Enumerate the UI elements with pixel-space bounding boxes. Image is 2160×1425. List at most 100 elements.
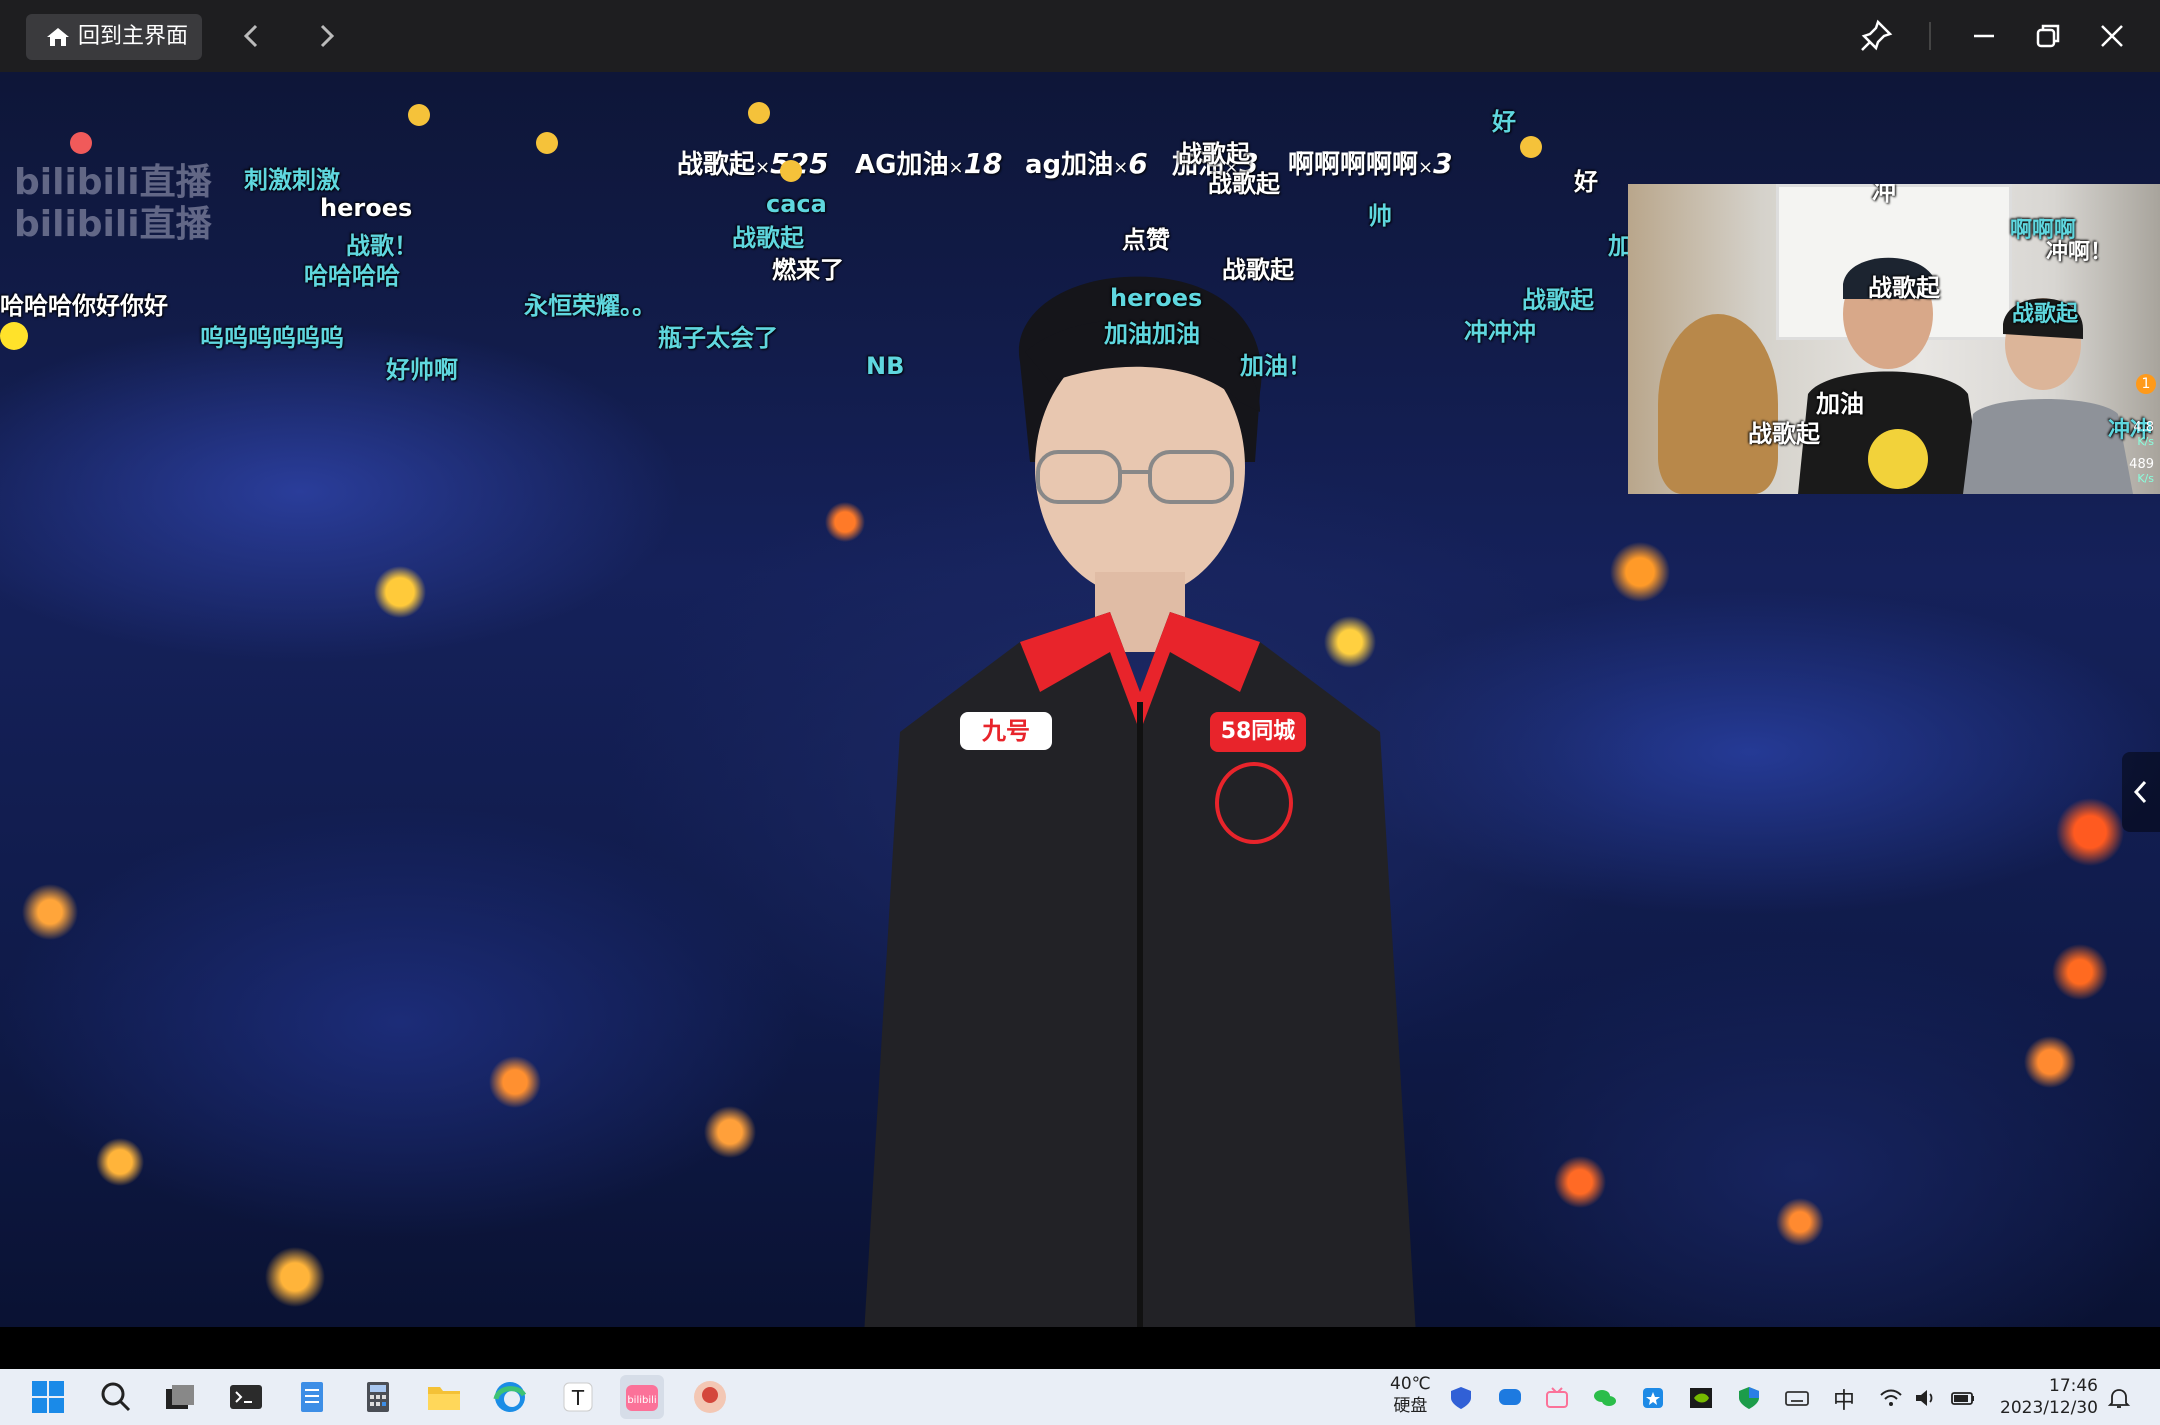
wifi-icon — [1880, 1389, 1902, 1406]
home-button-label: 回到主界面 — [78, 24, 189, 49]
folder-icon — [428, 1387, 460, 1410]
danmaku: 点赞 — [1122, 226, 1170, 254]
danmaku: 冲冲冲 — [1464, 318, 1536, 346]
chevron-left-icon — [2133, 780, 2147, 804]
bilibili-live-watermark: bilibili直播 bilibili直播 — [14, 162, 212, 245]
tray-bluetooth[interactable] — [1640, 1385, 1666, 1411]
streamer-camera-pip[interactable]: 战歌起 冲啊！ 冲 战歌起 加油 战歌起 冲冲 1 — [1628, 184, 2160, 494]
jersey-sponsor-badge: 九号 — [960, 712, 1052, 750]
danmaku: 瓶子太会了 — [658, 324, 778, 352]
chevron-right-icon — [320, 24, 335, 48]
tray-defender[interactable] — [1736, 1385, 1762, 1411]
tv-icon — [1546, 1387, 1568, 1408]
pin-icon — [1861, 19, 1893, 51]
danmaku: 好 — [1492, 108, 1516, 136]
emoji-icon — [70, 132, 92, 154]
danmaku: 永恒荣耀。。 — [524, 292, 656, 320]
notification-button[interactable] — [2106, 1385, 2132, 1411]
windows-logo-icon — [32, 1381, 64, 1413]
danmaku: 哈哈哈你好你好 — [0, 292, 168, 320]
chevron-left-icon — [243, 24, 258, 48]
download-speed: 489 K/s — [2129, 457, 2154, 485]
jersey-sponsor-badge-2: 58同城 — [1210, 712, 1306, 752]
terminal-icon — [230, 1385, 262, 1409]
upload-speed: 4.8 K/s — [2133, 420, 2154, 448]
close-button[interactable] — [2090, 14, 2134, 58]
close-icon — [2101, 25, 2123, 47]
system-clock[interactable]: 17:46 2023/12/30 — [1998, 1375, 2098, 1419]
back-button[interactable] — [232, 16, 272, 56]
danmaku: 呜呜呜呜呜呜 — [200, 324, 344, 352]
tray-battery[interactable] — [1950, 1385, 1976, 1411]
emoji-icon — [1520, 136, 1542, 158]
danmaku: 战歌起 — [1222, 256, 1294, 284]
calculator-app[interactable] — [358, 1377, 398, 1417]
tray-wifi[interactable] — [1878, 1385, 1904, 1411]
live-video[interactable]: 九号 58同城 bilibili直播 bilibili直播 战歌起×525 AG… — [0, 72, 2160, 1327]
tray-nvidia[interactable] — [1688, 1385, 1714, 1411]
danmaku: 哈哈哈哈 — [304, 262, 400, 290]
tray-security[interactable] — [1448, 1385, 1474, 1411]
pin-button[interactable] — [1854, 14, 1898, 58]
restore-icon — [2036, 24, 2060, 48]
danmaku: caca — [766, 190, 827, 218]
emoji-icon — [536, 132, 558, 154]
search-button[interactable] — [96, 1377, 136, 1417]
combo-danmaku: 战歌起×525 — [677, 147, 829, 180]
emoji-icon — [408, 104, 430, 126]
minimize-button[interactable] — [1962, 14, 2006, 58]
battery-icon — [1951, 1392, 1974, 1405]
start-button[interactable] — [28, 1377, 68, 1417]
player-figure — [864, 276, 1416, 1327]
team-logo — [1215, 762, 1293, 844]
edge-browser-app[interactable] — [490, 1377, 530, 1417]
bilibili-app-active[interactable]: bilibili — [620, 1375, 664, 1419]
forward-button[interactable] — [306, 16, 346, 56]
danmaku: heroes — [320, 194, 413, 222]
danmaku: 战歌起 — [1748, 420, 1820, 448]
avatar-app-icon — [694, 1381, 726, 1413]
task-view-button[interactable] — [160, 1377, 200, 1417]
edge-icon — [493, 1382, 527, 1412]
avatar-app[interactable] — [690, 1377, 730, 1417]
video-bottom-bar — [0, 1327, 2160, 1369]
tray-chat[interactable] — [1497, 1385, 1523, 1411]
search-icon — [101, 1382, 131, 1412]
disk-temperature[interactable]: 40℃ 硬盘 — [1390, 1373, 1431, 1417]
svg-text:bilibili: bilibili — [627, 1395, 656, 1406]
danmaku: 战歌起 — [732, 224, 804, 252]
input-method-indicator[interactable]: 中 — [1833, 1383, 1855, 1415]
home-button[interactable]: 回到主界面 — [26, 14, 202, 60]
defender-shield-icon — [1739, 1387, 1759, 1409]
danmaku: 冲 — [1872, 184, 1896, 206]
titlebar-divider — [1929, 22, 1931, 50]
tray-keyboard[interactable] — [1784, 1385, 1810, 1411]
danmaku: 刺激刺激 — [244, 166, 340, 194]
tray-wechat[interactable] — [1592, 1385, 1618, 1411]
danmaku: 战歌起 — [1522, 286, 1594, 314]
combo-danmaku: 啊啊啊啊啊×3 — [1288, 147, 1453, 180]
side-panel-toggle[interactable] — [2122, 752, 2160, 832]
tray-bilibili[interactable] — [1544, 1385, 1570, 1411]
danmaku: 战歌起 — [2012, 302, 2079, 327]
chat-bubble-icon — [1499, 1389, 1521, 1405]
danmaku: 战歌起 — [1208, 170, 1280, 198]
text-app[interactable]: T — [558, 1377, 598, 1417]
windows-taskbar: T bilibili 40℃ 硬盘 中 17:46 2023/12/30 — [0, 1369, 2160, 1425]
tray-volume[interactable] — [1912, 1385, 1938, 1411]
pip-badge: 1 — [2136, 374, 2156, 394]
danmaku: 帅 — [1368, 202, 1392, 230]
danmaku: 加油 — [1816, 390, 1864, 418]
nvidia-icon — [1690, 1388, 1712, 1408]
terminal-app[interactable] — [226, 1377, 266, 1417]
restore-button[interactable] — [2026, 14, 2070, 58]
emoji-icon — [748, 102, 770, 124]
combo-danmaku: ag加油×6 — [1025, 147, 1148, 180]
danmaku: 好 — [1574, 168, 1598, 196]
calculator-icon — [367, 1382, 389, 1412]
danmaku: 好帅啊 — [386, 356, 458, 384]
text-app-icon: T — [563, 1382, 593, 1412]
notepad-app[interactable] — [292, 1377, 332, 1417]
danmaku: 啊啊啊 — [2010, 218, 2077, 243]
file-explorer-app[interactable] — [424, 1377, 464, 1417]
